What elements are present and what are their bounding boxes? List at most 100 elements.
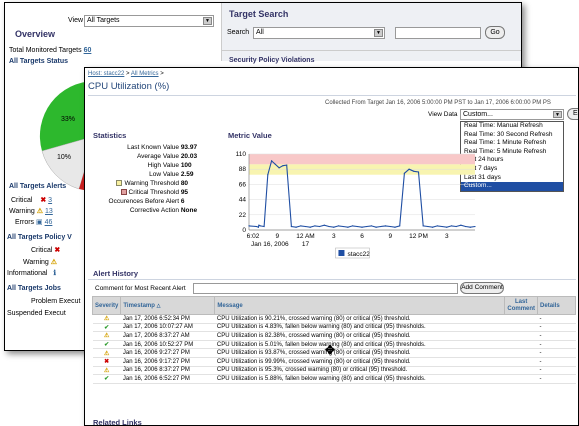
table-row[interactable]: ⚠ Jan 17, 2006 6:52:34 PM CPU Utilization …	[92, 314, 576, 324]
message-cell: CPU Utilization is 95.3%, crossed warnin…	[214, 366, 505, 376]
view-data-option[interactable]: Real Time: Manual Refresh	[461, 122, 563, 131]
warning-triangle-icon: ⚠	[103, 367, 110, 374]
overview-title: Overview	[15, 29, 56, 39]
col-message[interactable]: Message	[214, 296, 506, 315]
x-tick-label: 9	[388, 233, 392, 240]
data-point	[469, 226, 471, 228]
details-cell[interactable]: -	[537, 366, 576, 376]
add-comment-button[interactable]: Add Comment	[460, 282, 504, 294]
stat-value: 20.03	[180, 153, 198, 160]
metric-value-title: Metric Value	[228, 131, 272, 140]
stat-value: 93.97	[180, 144, 198, 151]
stat-row: High Value 100	[87, 162, 209, 169]
x-date-label: Jan 16, 2006	[251, 241, 289, 248]
table-row[interactable]: ✔ Jan 17, 2006 10:07:27 AM CPU Utilization…	[92, 323, 576, 333]
data-point	[361, 226, 363, 228]
stat-row: Average Value 20.03	[87, 153, 209, 160]
critical-count-link[interactable]: 3	[48, 197, 52, 204]
last-comment-cell	[504, 331, 538, 341]
pie-label-10: 10%	[57, 154, 71, 161]
stat-label-text: Warning Threshold	[124, 180, 179, 187]
last-comment-cell	[504, 340, 538, 350]
go-button[interactable]: Go	[485, 26, 505, 39]
details-cell[interactable]: -	[537, 331, 576, 341]
stat-row: Corrective Action None	[87, 207, 209, 214]
statistics-table: Last Known Value 93.97 Average Value 20.0…	[87, 144, 217, 234]
view-select[interactable]: All Targets ▼	[84, 15, 214, 27]
table-row[interactable]: ⚠ Jan 16, 2006 8:37:27 PM CPU Utilization …	[92, 366, 576, 376]
severity-cell: ⚠	[92, 331, 121, 341]
policy-violations-title: All Targets Policy V	[7, 234, 72, 241]
data-point	[319, 225, 321, 228]
security-policy-title: Security Policy Violations	[229, 57, 315, 64]
stat-label-text: High Value	[147, 162, 179, 169]
col-timestamp[interactable]: Timestamp △	[120, 296, 216, 315]
col-severity[interactable]: Severity	[91, 296, 122, 315]
table-row[interactable]: ⚠ Jan 17, 2006 8:37:27 AM CPU Utilization …	[92, 331, 576, 341]
search-target-type-select[interactable]: All ▼	[253, 27, 385, 39]
related-links-title: Related Links	[93, 418, 142, 426]
details-cell[interactable]: -	[537, 357, 576, 367]
data-point	[460, 224, 462, 226]
view-data-select[interactable]: Custom... ▼	[460, 109, 564, 120]
view-data-option[interactable]: Real Time: 1 Minute Refresh	[461, 139, 563, 148]
all-targets-alerts-title: All Targets Alerts	[9, 183, 67, 190]
stat-label: Occurences Before Alert	[87, 198, 179, 205]
search-input[interactable]	[395, 27, 481, 39]
search-label: Search	[227, 29, 250, 36]
data-point	[366, 225, 368, 228]
data-point	[436, 225, 438, 227]
stat-label: High Value	[87, 162, 179, 169]
timestamp-cell: Jan 16, 2006 9:17:27 PM	[120, 357, 215, 367]
breadcrumb-all-metrics-link[interactable]: All Metrics	[131, 71, 159, 77]
data-point	[417, 171, 420, 173]
edit-button[interactable]: Edi	[567, 108, 578, 120]
error-icon: ▣	[36, 219, 43, 226]
details-cell[interactable]: -	[537, 348, 576, 358]
col-last-comment[interactable]: Last Comment	[504, 296, 539, 315]
data-point	[323, 224, 325, 226]
timestamp-cell: Jan 16, 2006 10:52:27 PM	[120, 340, 215, 350]
view-data-option[interactable]: Real Time: 30 Second Refresh	[461, 131, 563, 140]
data-point	[286, 164, 288, 166]
stat-label-text: Low Value	[149, 171, 179, 178]
table-row[interactable]: ✔ Jan 16, 2006 6:52:27 PM CPU Utilization …	[92, 374, 576, 384]
data-point	[427, 225, 429, 228]
info-icon: ℹ	[53, 270, 57, 277]
table-row[interactable]: ✖ Jan 16, 2006 9:17:27 PM CPU Utilization …	[92, 357, 576, 367]
data-point	[309, 226, 311, 228]
stat-row: Low Value 2.59	[87, 171, 209, 178]
alert-history-table-wrap: Severity Timestamp △ Message Last Comment…	[91, 296, 576, 384]
data-point	[394, 226, 396, 228]
warning-threshold-icon	[116, 180, 123, 187]
policy-critical-label: Critical	[31, 247, 53, 254]
stat-row: Last Known Value 93.97	[87, 144, 209, 151]
details-cell[interactable]: -	[537, 323, 576, 333]
col-details[interactable]: Details	[537, 296, 576, 315]
errors-count-link[interactable]: 46	[45, 219, 53, 226]
timestamp-cell: Jan 16, 2006 8:37:27 PM	[120, 366, 215, 376]
severity-cell: ✔	[92, 323, 121, 333]
details-cell[interactable]: -	[537, 340, 576, 350]
message-cell: CPU Utilization is 82.38%, crossed warni…	[214, 331, 505, 341]
data-point	[408, 168, 410, 170]
severity-cell: ⚠	[92, 314, 121, 324]
details-cell[interactable]: -	[537, 374, 576, 384]
stat-label-text: Critical Threshold	[128, 189, 179, 196]
x-tick-label: 3	[332, 233, 336, 240]
cpu-utilization-window: Host: stacc22 > All Metrics > CPU Utiliz…	[84, 67, 579, 426]
warning-count-link[interactable]: 13	[45, 208, 53, 215]
total-value-link[interactable]: 60	[84, 47, 92, 54]
view-data-label: View Data	[428, 111, 458, 118]
data-point	[295, 226, 297, 228]
warning-triangle-icon: ⚠	[103, 333, 110, 340]
details-cell[interactable]: -	[537, 314, 576, 324]
clear-check-icon: ✔	[104, 376, 110, 383]
critical-label: Critical	[11, 197, 33, 204]
data-point	[455, 225, 457, 228]
stat-value: 80	[180, 180, 189, 187]
x-tick-label: 6:02	[247, 233, 260, 240]
breadcrumb-host-link[interactable]: Host: stacc22	[88, 71, 124, 77]
comment-input[interactable]	[193, 283, 458, 294]
message-cell: CPU Utilization is 5.88%, fallen below w…	[214, 374, 505, 384]
